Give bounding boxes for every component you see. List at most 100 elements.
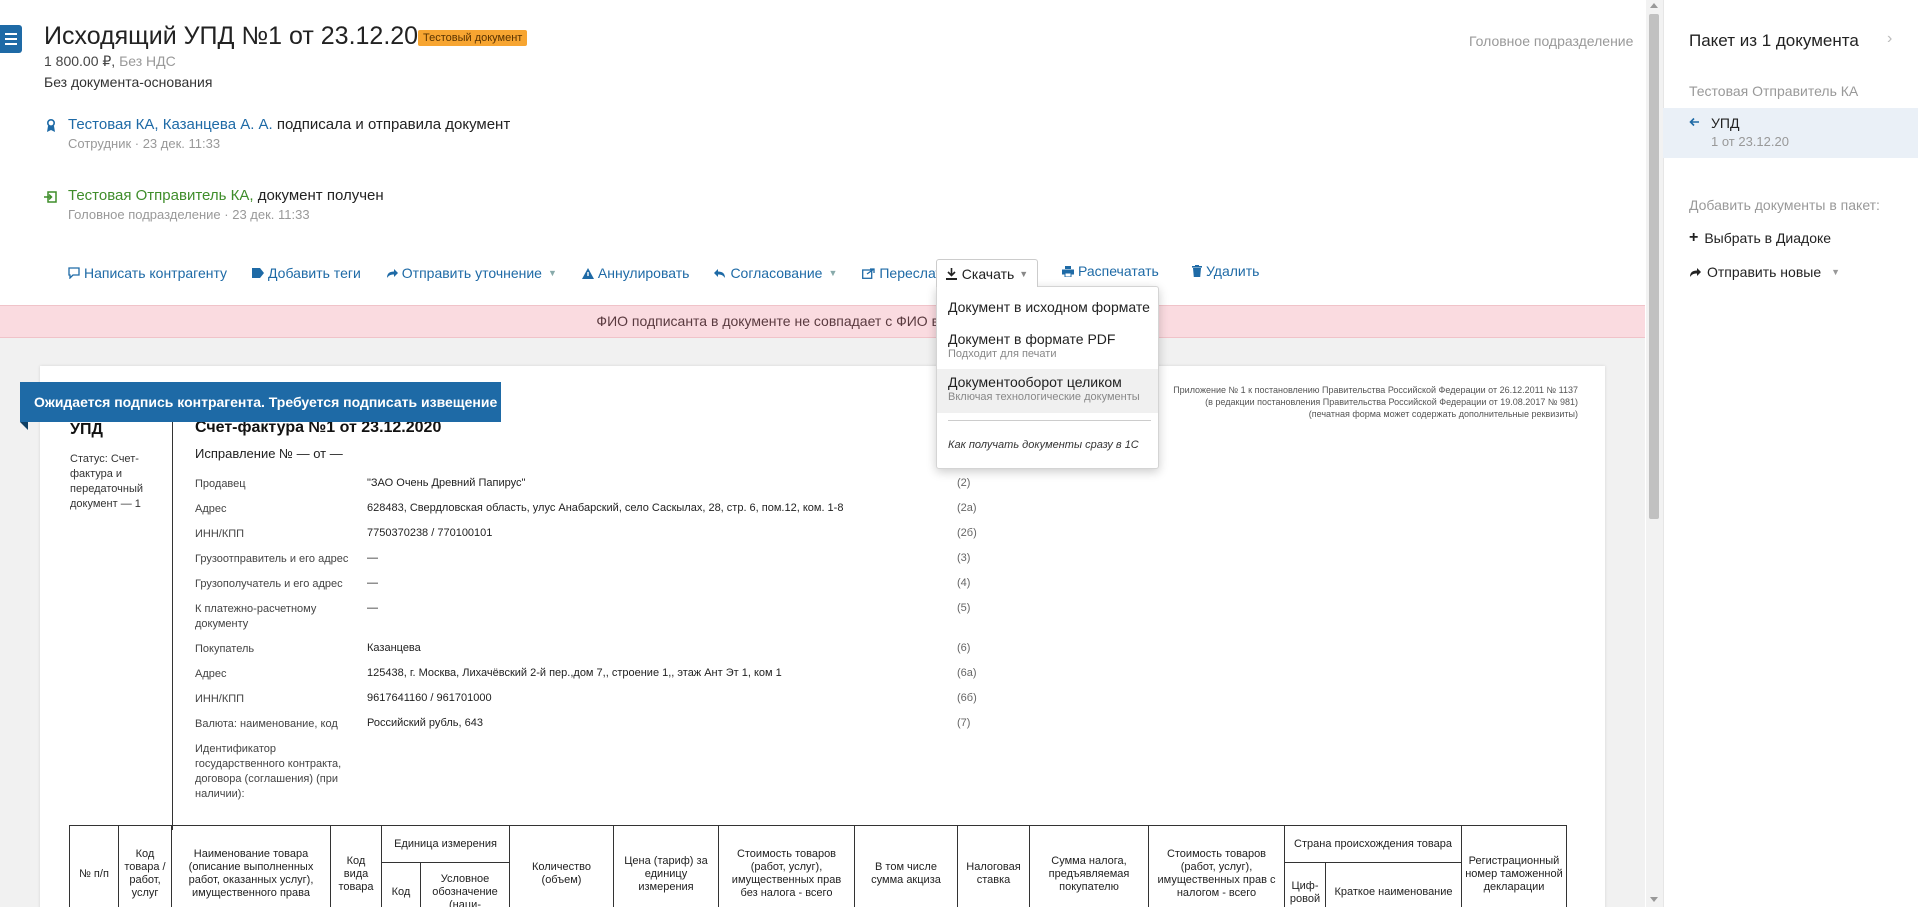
outgoing-arrow-icon — [1689, 116, 1699, 130]
col-header: В том числе сумма акциза — [854, 825, 958, 907]
add-tags-label: Добавить теги — [268, 265, 361, 281]
chevron-right-icon[interactable]: › — [1887, 30, 1892, 48]
field-code: (5) — [957, 602, 971, 614]
field-value: 125438, г. Москва, Лихачёвский 2-й пер.,… — [367, 667, 782, 679]
page-title: Исходящий УПД №1 от 23.12.20 — [44, 22, 419, 50]
package-doc-date: 1 от 23.12.20 — [1711, 134, 1789, 149]
write-counterparty-button[interactable]: Написать контрагенту — [68, 265, 227, 281]
menu-button[interactable] — [0, 25, 22, 53]
send-new-label: Отправить новые — [1707, 264, 1822, 280]
vat-value: Без НДС — [119, 53, 176, 69]
menu-item-full-workflow[interactable]: Документооборот целиком Включая технолог… — [937, 369, 1158, 413]
menu-icon — [5, 33, 17, 35]
field-code: (7) — [957, 717, 971, 729]
field-label: Покупатель — [195, 643, 255, 655]
col-header: Страна происхождения товара — [1284, 825, 1462, 863]
reply-icon — [714, 269, 726, 278]
field-value: "ЗАО Очень Древний Папирус" — [367, 477, 526, 489]
chevron-down-icon: ▼ — [1019, 268, 1029, 279]
scroll-down-arrow[interactable] — [1650, 897, 1658, 902]
comment-icon — [68, 267, 80, 279]
invoice-correction: Исправление № — от — — [195, 446, 343, 461]
send-clarification-button[interactable]: Отправить уточнение ▼ — [386, 265, 557, 281]
menu-item-label: Документ в исходном формате — [948, 299, 1150, 315]
field-label: ИНН/КПП — [195, 693, 245, 705]
upd-column-divider — [172, 410, 173, 830]
print-button[interactable]: Распечатать — [1062, 263, 1159, 279]
annul-button[interactable]: Аннулировать — [581, 265, 690, 281]
warning-icon — [581, 267, 594, 279]
choose-in-diadoc-button[interactable]: + Выбрать в Диадоке — [1689, 229, 1831, 247]
add-tags-button[interactable]: Добавить теги — [252, 265, 361, 281]
event-signed-author[interactable]: Тестовая КА, Казанцева А. А. — [68, 116, 273, 133]
package-doc-item[interactable] — [1663, 108, 1918, 158]
share-icon — [386, 269, 398, 278]
col-header: Регистрационный номер таможенной деклара… — [1461, 825, 1567, 907]
signer-icon — [45, 118, 57, 132]
menu-item-label: Документ в формате PDF — [948, 331, 1116, 347]
col-header: Код товара / работ, услуг — [118, 825, 172, 907]
download-label: Скачать — [961, 265, 1015, 282]
field-label: ИНН/КПП — [195, 528, 245, 540]
field-value: Казанцева — [367, 642, 421, 654]
field-label: К платежно-расчетному документу — [195, 603, 317, 630]
download-button[interactable]: Скачать ▼ — [936, 259, 1038, 287]
scroll-up-arrow[interactable] — [1650, 3, 1658, 8]
event-signed-action: подписала и отправила документ — [276, 116, 511, 133]
1c-help-link[interactable]: Как получать документы сразу в 1С — [948, 439, 1139, 451]
col-header: Наименование товара (описание выполненны… — [171, 825, 331, 907]
upd-status: Статус: Счет-фактура и передаточный доку… — [70, 453, 144, 510]
plus-icon: + — [1689, 229, 1699, 246]
appendix-note: Приложение № 1 к постановлению Правитель… — [1120, 384, 1578, 420]
col-header: Цена (тариф) за единицу измерения — [613, 825, 719, 907]
col-header: Налоговая ставка — [957, 825, 1030, 907]
approval-button[interactable]: Согласование ▼ — [714, 265, 837, 281]
annul-label: Аннулировать — [597, 265, 690, 281]
col-header: Единица измерения — [381, 825, 510, 863]
event-received: Тестовая Отправитель КА, документ получе… — [68, 187, 384, 222]
print-icon — [1062, 265, 1074, 277]
document-amount: 1 800.00 ₽, Без НДС — [44, 53, 176, 70]
scroll-thumb[interactable] — [1649, 14, 1659, 519]
package-sender: Тестовая Отправитель КА — [1689, 83, 1859, 99]
chevron-down-icon: ▼ — [547, 268, 557, 278]
field-label: Грузоотправитель и его адрес — [195, 553, 349, 565]
items-table: № п/п Код товара / работ, услуг Наименов… — [69, 825, 1567, 907]
send-new-button[interactable]: Отправить новые ▼ — [1689, 264, 1840, 280]
share-icon — [1690, 268, 1701, 277]
choose-in-diadoc-label: Выбрать в Диадоке — [1704, 230, 1832, 246]
menu-item-original-format[interactable]: Документ в исходном формате — [937, 299, 1158, 315]
department-link[interactable]: Головное подразделение — [1469, 33, 1633, 49]
chevron-down-icon: ▼ — [828, 268, 838, 278]
download-icon — [945, 267, 957, 280]
field-label: Продавец — [195, 478, 246, 490]
field-label: Идентификатор государственного контракта… — [195, 743, 342, 800]
add-docs-label: Добавить документы в пакет: — [1689, 197, 1880, 213]
menu-item-pdf[interactable]: Документ в формате PDF Подходит для печа… — [937, 331, 1158, 360]
appendix-line: (печатная форма может содержать дополнит… — [1308, 409, 1578, 419]
send-clarification-label: Отправить уточнение — [401, 265, 542, 281]
col-header: № п/п — [69, 825, 119, 907]
field-value: 7750370238 / 770100101 — [367, 527, 493, 539]
event-received-author[interactable]: Тестовая Отправитель КА, — [68, 187, 254, 204]
field-code: (3) — [957, 552, 971, 564]
ribbon-fold — [20, 422, 28, 430]
field-value: 9617641160 / 961701000 — [367, 692, 492, 704]
field-value: Российский рубль, 643 — [367, 717, 483, 729]
field-label: Грузополучатель и его адрес — [195, 578, 343, 590]
package-title: Пакет из 1 документа — [1689, 31, 1859, 50]
col-header: Код вида товара — [330, 825, 382, 907]
field-label: Адрес — [195, 503, 227, 515]
event-received-action: документ получен — [257, 187, 384, 204]
field-code: (6) — [957, 642, 971, 654]
approval-label: Согласование — [730, 265, 823, 281]
appendix-line: Приложение № 1 к постановлению Правитель… — [1173, 385, 1578, 395]
forward-icon — [862, 267, 876, 279]
delete-button[interactable]: Удалить — [1192, 263, 1259, 279]
event-signed-meta: Сотрудник · 23 дек. 11:33 — [68, 136, 221, 151]
field-code: (2б) — [957, 527, 977, 539]
col-header: Стоимость товаров (работ, услуг), имущес… — [1148, 825, 1285, 907]
write-counterparty-label: Написать контрагенту — [84, 265, 228, 281]
trash-icon — [1192, 265, 1202, 277]
package-doc-name: УПД — [1711, 115, 1740, 131]
